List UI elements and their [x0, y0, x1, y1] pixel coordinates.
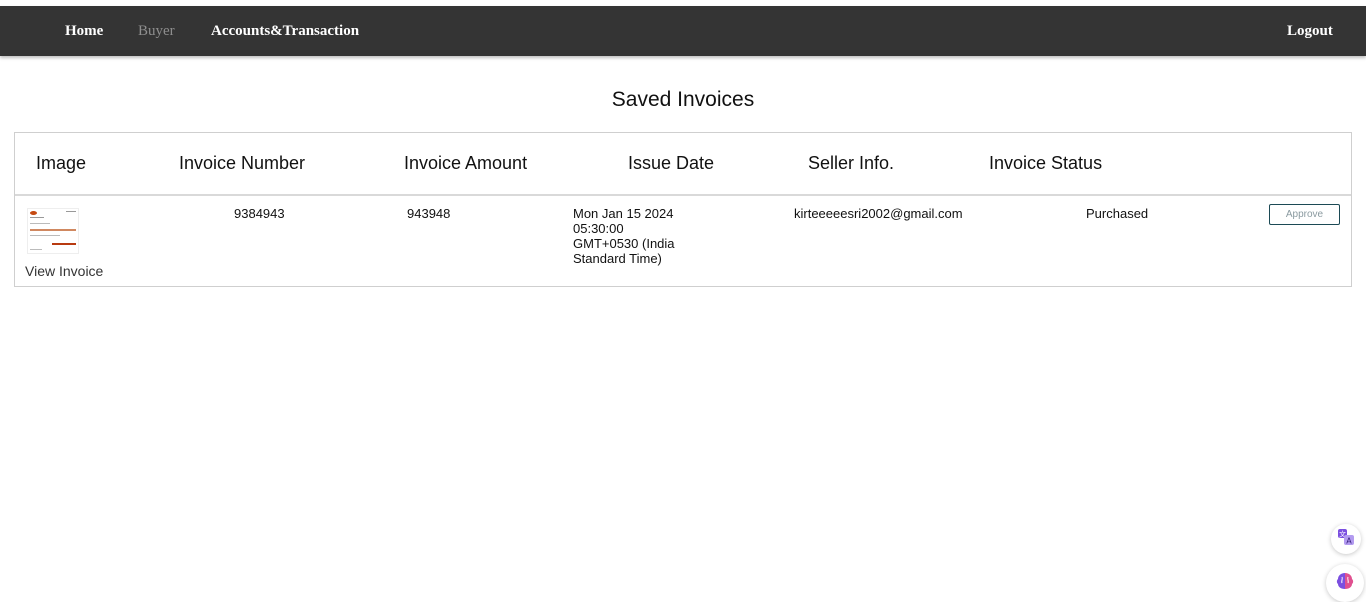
logout-link[interactable]: Logout [1287, 6, 1333, 56]
invoices-table: Image Invoice Number Invoice Amount Issu… [14, 132, 1352, 287]
table-header: Image Invoice Number Invoice Amount Issu… [15, 133, 1351, 196]
cell-invoice-number: 9384943 [234, 206, 285, 221]
cell-invoice-amount: 943948 [407, 206, 451, 221]
issue-date-line: Standard Time) [573, 251, 662, 266]
invoice-thumbnail[interactable] [27, 208, 79, 254]
navbar: Home Buyer Accounts&Transaction Logout [0, 6, 1366, 56]
header-seller-info: Seller Info. [808, 153, 895, 173]
page-title: Saved Invoices [611, 88, 755, 111]
nav-accounts-transaction[interactable]: Accounts&Transaction [211, 6, 359, 56]
issue-date-line: Mon Jan 15 2024 [573, 206, 674, 221]
brain-icon [1334, 570, 1356, 597]
nav-buyer[interactable]: Buyer [138, 6, 175, 56]
cell-seller-info: kirteeeeesri2002@gmail.com [794, 206, 963, 221]
header-invoice-number: Invoice Number [179, 153, 306, 173]
translate-icon: 文 A [1337, 528, 1355, 551]
translate-button[interactable]: 文 A [1331, 524, 1361, 554]
issue-date-line: 05:30:00 [573, 221, 624, 236]
header-issue-date: Issue Date [628, 153, 715, 173]
header-invoice-amount: Invoice Amount [404, 153, 528, 173]
cell-issue-date: Mon Jan 15 2024 05:30:00 GMT+0530 (India… [573, 206, 713, 266]
assistant-button[interactable] [1326, 564, 1364, 602]
nav-home[interactable]: Home [65, 6, 103, 56]
thumbnail-logo [30, 211, 37, 215]
svg-text:A: A [1346, 536, 1352, 545]
header-image: Image [36, 153, 87, 173]
cell-invoice-status: Purchased [1086, 206, 1149, 221]
view-invoice-link[interactable]: View Invoice [25, 263, 103, 279]
table-row: View Invoice 9384943 943948 Mon Jan 15 2… [15, 196, 1351, 286]
approve-button[interactable]: Approve [1269, 204, 1340, 225]
issue-date-line: GMT+0530 (India [573, 236, 675, 251]
header-invoice-status: Invoice Status [989, 153, 1103, 173]
